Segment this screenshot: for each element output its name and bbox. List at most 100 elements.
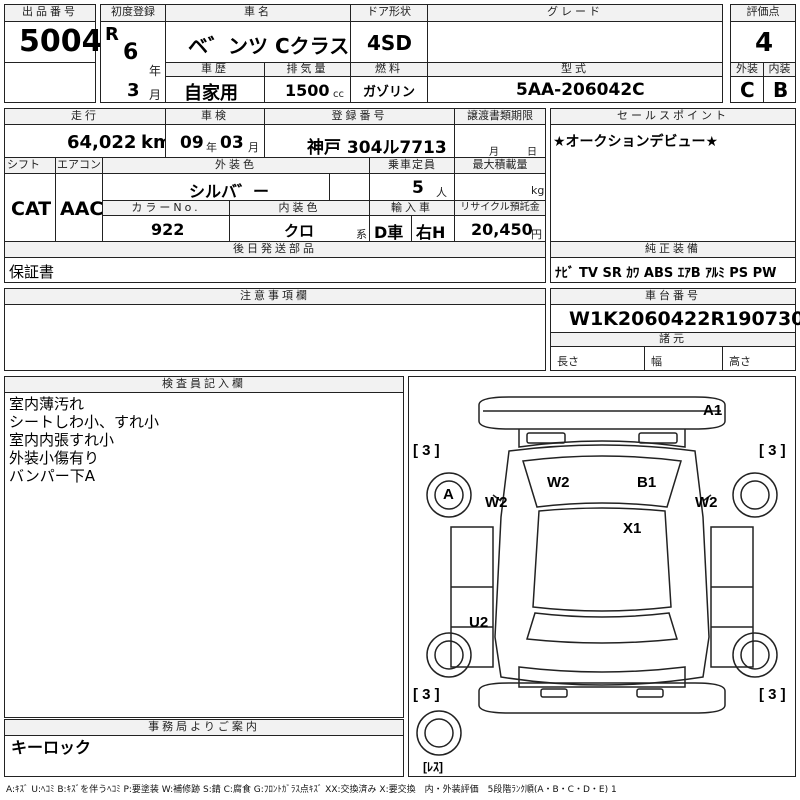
tire-spare-label: [ﾚｽ] [423, 760, 443, 774]
legend-text: A:ｷｽﾞ U:ﾍｺﾐ B:ｷｽﾞを伴うﾍｺﾐ P:要塗装 W:補修跡 S:錆 … [6, 785, 617, 795]
int-color-value: クロ [284, 222, 315, 240]
selling-point-cell: ★オークションデビュー★ [550, 124, 796, 242]
aircon-cell: AAC [55, 173, 103, 242]
dims-width-cell: 幅 [644, 346, 723, 371]
recycle-value: 20,450 [471, 220, 533, 239]
inspector-label: 検査員記入欄 [4, 376, 404, 393]
car-diagram-panel: A1 W2 B1 W2 W2 A X1 U2 [ 3 ] [ 3 ] [ 3 ]… [408, 376, 796, 777]
mark-x1: X1 [623, 520, 641, 537]
selling-point-label: セールスポイント [550, 108, 796, 125]
lot-blank-cell [4, 62, 96, 103]
displacement-unit: cc [333, 89, 344, 100]
transfer-label: 譲渡書類期限 [454, 108, 546, 125]
interior-label: 内装 [763, 62, 796, 77]
score-value: 4 [755, 28, 774, 58]
inspector-line: 室内内張すれ小 [9, 431, 115, 449]
model-value: 5AA-206042C [516, 80, 645, 100]
import-label: 輸入車 [369, 200, 455, 216]
max-load-label: 最大積載量 [454, 157, 546, 174]
front-bumper [478, 396, 726, 430]
dims-height-cell: 高さ [722, 346, 796, 371]
dims-length: 長さ [557, 355, 579, 368]
model-label: 型式 [427, 62, 723, 77]
inspection-cell: 09 年 03 月 [165, 124, 265, 158]
color-no-cell: 922 [102, 215, 230, 242]
tire-tl-label: [ 3 ] [413, 442, 440, 459]
rear-window [526, 612, 678, 644]
int-color-cell: クロ 系 [229, 215, 370, 242]
history-label: 車歴 [165, 62, 265, 77]
max-load-cell: kg [454, 173, 546, 201]
registration-label: 登録番号 [264, 108, 455, 125]
mark-u2: U2 [469, 614, 488, 631]
chassis-value: W1K2060422R190730 [569, 308, 800, 330]
exterior-label: 外装 [730, 62, 764, 77]
rear-light-right [636, 688, 664, 698]
interior-value: B [773, 78, 789, 102]
chassis-label: 車台番号 [550, 288, 796, 305]
car-body [494, 444, 710, 686]
tire-front-right [732, 472, 778, 518]
lot-label: 出品番号 [4, 4, 96, 22]
car-diagram: A1 W2 B1 W2 W2 A X1 U2 [ 3 ] [ 3 ] [ 3 ]… [413, 396, 786, 774]
ext-color-cell: シルバ゛ー [102, 173, 330, 201]
inspection-month: 03 [220, 133, 244, 153]
inspector-line: 室内薄汚れ [9, 395, 85, 413]
grade-label: グレード [427, 4, 723, 22]
later-parts-value: 保証書 [9, 263, 55, 281]
capacity-value: 5 [412, 178, 424, 198]
first-reg-month-unit: 月 [149, 88, 162, 102]
displacement-value: 1500 [285, 81, 330, 100]
door-cell: 4SD [350, 21, 428, 63]
door-label: ドア形状 [350, 4, 428, 22]
tire-rear-right [732, 632, 778, 678]
ext-color-extra-cell [329, 173, 370, 201]
dims-label: 諸元 [550, 332, 796, 347]
inspection-year: 09 [180, 133, 204, 153]
import-value-2: 右H [416, 223, 446, 242]
inspection-year-unit: 年 [206, 141, 217, 154]
interior-cell: B [763, 76, 796, 103]
tire-br-label: [ 3 ] [759, 686, 786, 703]
tire-bl-label: [ 3 ] [413, 686, 440, 703]
mileage-value: 64,022 [67, 132, 137, 153]
ext-color-value: シルバ゛ー [189, 182, 270, 201]
capacity-unit: 人 [436, 186, 447, 199]
office-label: 事務局よりご案内 [4, 719, 404, 736]
score-label: 評価点 [730, 4, 796, 22]
inspector-line: 外装小傷有り [9, 449, 100, 467]
fuel-value: ガゾリン [363, 85, 416, 100]
shift-cell: CAT [4, 173, 56, 242]
inspection-label: 車検 [165, 108, 265, 125]
first-reg-label: 初度登録 [100, 4, 166, 22]
car-name-label: 車名 [165, 4, 351, 22]
ext-color-label: 外装色 [102, 157, 370, 174]
mileage-label: 走行 [4, 108, 166, 125]
import-value-1: D車 [374, 223, 404, 242]
history-cell: 自家用 [165, 76, 265, 104]
tire-tr-label: [ 3 ] [759, 442, 786, 459]
transfer-month-unit: 月 [489, 147, 499, 158]
office-value: キーロック [11, 738, 92, 757]
registration-cell: 神戸 304ル7713 [264, 124, 455, 158]
displacement-cell: 1500 cc [264, 76, 351, 103]
mark-w2-right: W2 [695, 494, 718, 511]
mark-a1: A1 [703, 402, 722, 419]
fuel-label: 燃料 [350, 62, 428, 77]
car-name: ベ゛ンツ Cクラス [188, 34, 350, 58]
office-cell: キーロック [4, 735, 404, 777]
capacity-cell: 5 人 [369, 173, 455, 201]
tire-spare [416, 710, 462, 756]
equipment-value: ﾅﾋﾞ TV SR ｶﾜ ABS ｴｱB ｱﾙﾐ PS PW [555, 266, 777, 281]
later-parts-cell: 保証書 [4, 257, 546, 283]
exterior-value: C [740, 78, 755, 102]
caution-cell [4, 304, 546, 371]
mark-w2-left: W2 [485, 494, 508, 511]
transfer-cell: 月 日 [454, 124, 546, 158]
caution-label: 注意事項欄 [4, 288, 546, 305]
shift-label: シフト [4, 157, 56, 174]
color-no-value: 922 [151, 220, 185, 239]
first-reg-cell: R 6 年 3 月 [100, 21, 166, 103]
dims-height: 高さ [729, 355, 751, 368]
transfer-day-unit: 日 [527, 147, 537, 158]
